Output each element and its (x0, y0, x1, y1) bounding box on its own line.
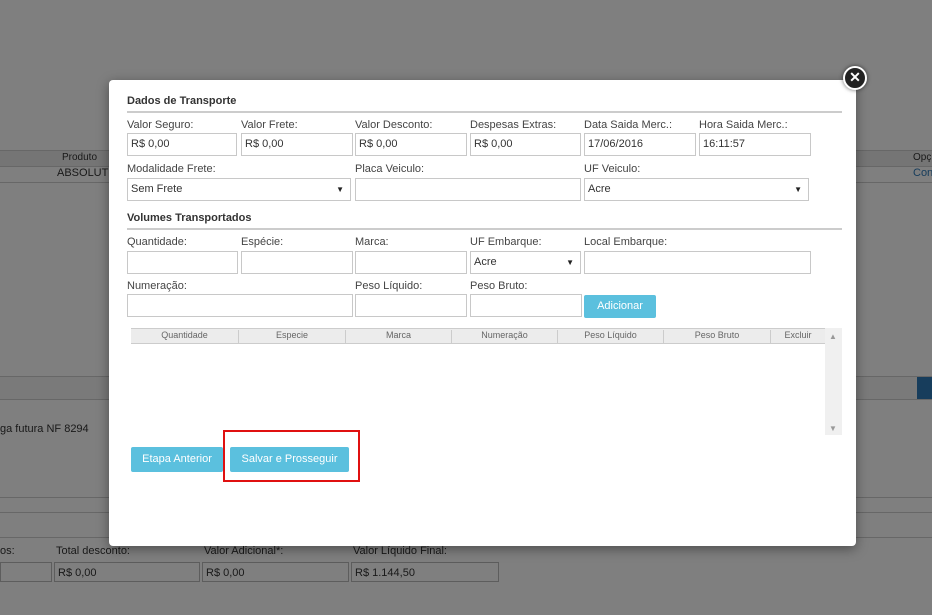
despesas-extras-label: Despesas Extras: (470, 119, 557, 131)
chevron-down-icon: ▼ (794, 185, 802, 194)
highlight-box (223, 430, 360, 482)
valor-frete-input[interactable]: R$ 0,00 (241, 133, 353, 156)
valor-desconto-label: Valor Desconto: (355, 119, 433, 131)
numeracao-label: Numeração: (127, 280, 187, 292)
adicionar-button[interactable]: Adicionar (584, 295, 656, 318)
valor-desconto-input[interactable]: R$ 0,00 (355, 133, 467, 156)
quantidade-input[interactable] (127, 251, 238, 274)
marca-input[interactable] (355, 251, 467, 274)
column-header-peso-liquido[interactable]: Peso Líquido (557, 330, 663, 343)
modalidade-frete-value: Sem Frete (131, 183, 183, 195)
uf-embarque-label: UF Embarque: (470, 236, 542, 248)
valor-seguro-label: Valor Seguro: (127, 119, 194, 131)
quantidade-label: Quantidade: (127, 236, 187, 248)
close-icon[interactable]: ✕ (843, 66, 867, 90)
column-header-especie[interactable]: Especie (238, 330, 345, 343)
peso-liquido-label: Peso Líquido: (355, 280, 423, 292)
uf-embarque-select[interactable]: Acre ▼ (470, 251, 581, 274)
uf-veiculo-select[interactable]: Acre ▼ (584, 178, 809, 201)
column-header-marca[interactable]: Marca (345, 330, 451, 343)
column-header-numeracao[interactable]: Numeração (451, 330, 557, 343)
despesas-extras-input[interactable]: R$ 0,00 (470, 133, 581, 156)
peso-bruto-input[interactable] (470, 294, 582, 317)
section-divider (127, 228, 842, 230)
especie-label: Espécie: (241, 236, 284, 248)
valor-seguro-input[interactable]: R$ 0,00 (127, 133, 237, 156)
hora-saida-label: Hora Saida Merc.: (699, 119, 788, 131)
column-header-peso-bruto[interactable]: Peso Bruto (663, 330, 770, 343)
section-divider (127, 111, 842, 113)
marca-label: Marca: (355, 236, 389, 248)
hora-saida-input[interactable]: 16:11:57 (699, 133, 811, 156)
numeracao-input[interactable] (127, 294, 353, 317)
local-embarque-input[interactable] (584, 251, 811, 274)
table-scrollbar[interactable]: ▲ ▼ (825, 328, 842, 435)
peso-bruto-label: Peso Bruto: (470, 280, 528, 292)
section-title-transport: Dados de Transporte (127, 95, 237, 107)
modalidade-frete-label: Modalidade Frete: (127, 163, 216, 175)
etapa-anterior-button[interactable]: Etapa Anterior (131, 447, 223, 472)
scroll-down-icon[interactable]: ▼ (829, 424, 837, 433)
chevron-down-icon: ▼ (566, 258, 574, 267)
uf-embarque-value: Acre (474, 256, 497, 268)
uf-veiculo-value: Acre (588, 183, 611, 195)
volumes-table-header: Quantidade Especie Marca Numeração Peso … (131, 328, 825, 344)
especie-input[interactable] (241, 251, 353, 274)
data-saida-input[interactable]: 17/06/2016 (584, 133, 696, 156)
column-header-quantidade[interactable]: Quantidade (131, 330, 238, 343)
placa-veiculo-input[interactable] (355, 178, 581, 201)
placa-veiculo-label: Placa Veiculo: (355, 163, 425, 175)
data-saida-label: Data Saida Merc.: (584, 119, 673, 131)
transport-modal: Dados de Transporte Valor Seguro: R$ 0,0… (109, 80, 856, 546)
scroll-up-icon[interactable]: ▲ (829, 332, 837, 341)
uf-veiculo-label: UF Veiculo: (584, 163, 641, 175)
modalidade-frete-select[interactable]: Sem Frete ▼ (127, 178, 351, 201)
valor-frete-label: Valor Frete: (241, 119, 298, 131)
local-embarque-label: Local Embarque: (584, 236, 668, 248)
peso-liquido-input[interactable] (355, 294, 467, 317)
section-title-volumes: Volumes Transportados (127, 212, 252, 224)
column-header-excluir[interactable]: Excluir (770, 330, 825, 343)
volumes-table: Quantidade Especie Marca Numeração Peso … (131, 328, 842, 435)
chevron-down-icon: ▼ (336, 185, 344, 194)
